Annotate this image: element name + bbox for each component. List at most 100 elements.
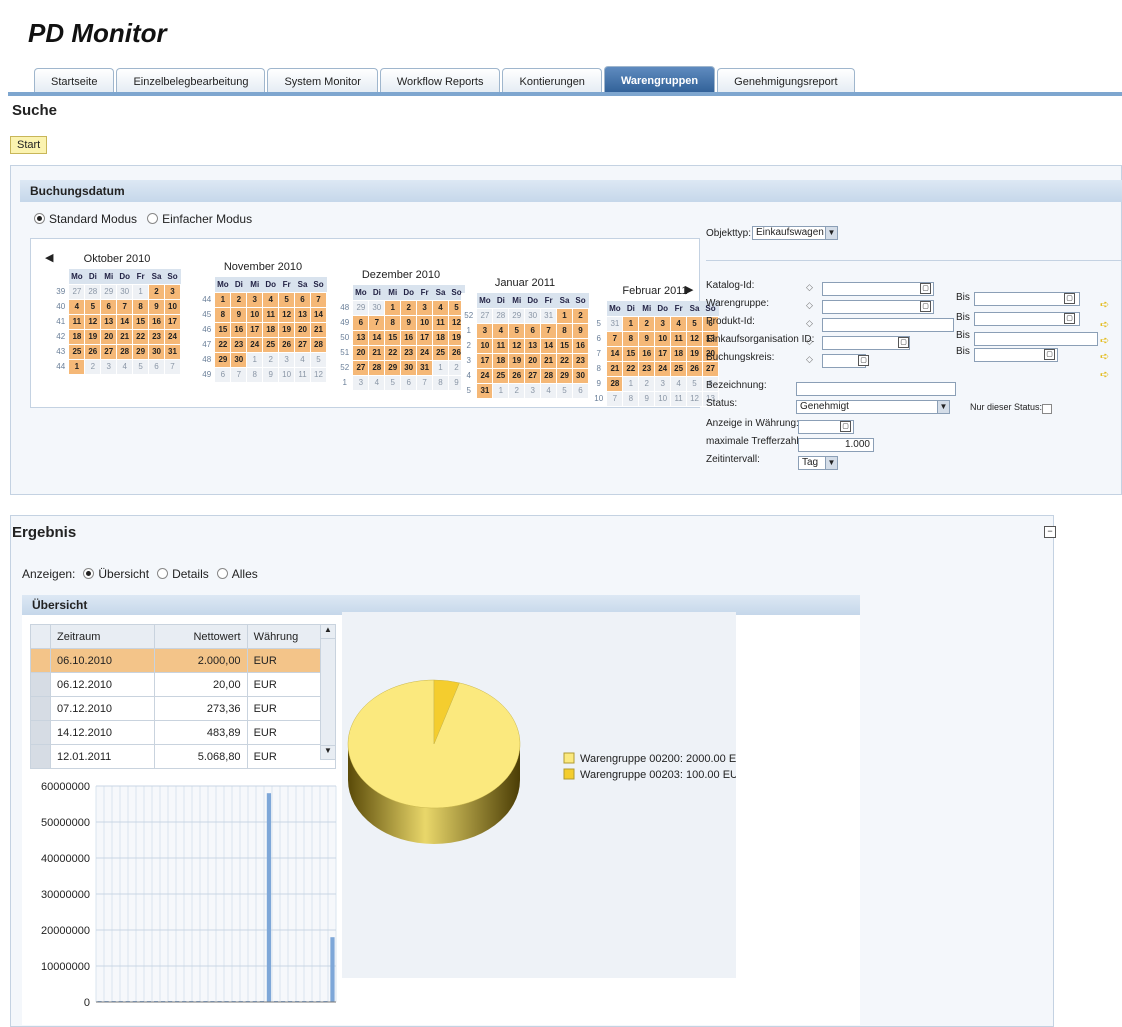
calendar-day[interactable]: 24 — [246, 336, 264, 353]
calendar-day[interactable]: 29 — [556, 367, 573, 384]
calendar-day[interactable]: 8 — [384, 314, 402, 331]
calendar-day[interactable]: 21 — [368, 344, 386, 361]
tab-system-monitor[interactable]: System Monitor — [267, 68, 378, 94]
option-alles[interactable]: Alles — [216, 567, 258, 581]
calendar-day[interactable]: 21 — [116, 328, 134, 345]
mode-standard-option[interactable]: Standard Modus — [34, 212, 137, 226]
calendar-day[interactable]: 3 — [278, 351, 296, 368]
multi-select-arrow-icon[interactable]: ➪ — [1100, 318, 1109, 331]
calendar-day[interactable]: 17 — [246, 321, 264, 338]
calendar-day[interactable]: 11 — [68, 313, 86, 330]
calendar-day[interactable]: 28 — [540, 367, 558, 384]
row-selector[interactable] — [30, 672, 51, 697]
katalog-input[interactable] — [822, 282, 934, 296]
calendar-day[interactable]: 6 — [524, 322, 542, 339]
value-help-icon[interactable]: ▢ — [1064, 293, 1075, 304]
tab-workflow-reports[interactable]: Workflow Reports — [379, 68, 501, 94]
calendar-day[interactable]: 1 — [246, 351, 264, 368]
calendar-day[interactable]: 7 — [163, 358, 182, 375]
calendar-day[interactable]: 7 — [606, 390, 624, 407]
table-row[interactable]: 12.01.2011 5.068,80 EUR — [30, 744, 337, 769]
calendar-day[interactable]: 9 — [571, 322, 590, 339]
calendar-day[interactable]: 21 — [540, 352, 558, 369]
scroll-up-icon[interactable]: ▲ — [321, 625, 335, 639]
calendar-day[interactable]: 3 — [524, 382, 542, 399]
calendar-day[interactable]: 30 — [368, 299, 386, 316]
calendar-day[interactable]: 28 — [492, 307, 510, 324]
calendar-day[interactable]: 2 — [400, 299, 418, 316]
tab-kontierungen[interactable]: Kontierungen — [502, 68, 602, 94]
calendar-day[interactable]: 23 — [230, 336, 248, 353]
calendar-day[interactable]: 29 — [132, 343, 150, 360]
collapse-icon[interactable]: − — [1044, 526, 1056, 538]
value-help-icon[interactable]: ▢ — [920, 301, 931, 312]
calendar-day[interactable]: 4 — [540, 382, 558, 399]
calendar-day[interactable]: 1 — [556, 307, 573, 324]
calendar-day[interactable]: 5 — [84, 298, 102, 315]
calendar-day[interactable]: 3 — [352, 374, 370, 391]
calendar-day[interactable]: 31 — [476, 382, 494, 399]
calendar-day[interactable]: 5 — [686, 375, 703, 392]
mode-simple-option[interactable]: Einfacher Modus — [147, 212, 252, 226]
calendar-day[interactable]: 3 — [654, 315, 672, 332]
calendar-day[interactable]: 18 — [492, 352, 510, 369]
calendar-day[interactable]: 17 — [654, 345, 672, 362]
calendar-day[interactable]: 18 — [670, 345, 688, 362]
calendar-day[interactable]: 4 — [492, 322, 510, 339]
tab-warengruppen[interactable]: Warengruppen — [603, 66, 716, 94]
calendar-day[interactable]: 14 — [540, 337, 558, 354]
radio-icon[interactable] — [147, 213, 159, 224]
calendar-day[interactable]: 9 — [262, 366, 280, 383]
calendar-day[interactable]: 19 — [686, 345, 703, 362]
calendar-day[interactable]: 25 — [262, 336, 280, 353]
radio-icon[interactable] — [34, 213, 45, 224]
calendar-day[interactable]: 12 — [84, 313, 102, 330]
table-row[interactable]: 14.12.2010 483,89 EUR — [30, 720, 337, 745]
calendar-day[interactable]: 1 — [384, 299, 402, 316]
calendar-day[interactable]: 9 — [400, 314, 418, 331]
calendar-day[interactable]: 16 — [230, 321, 248, 338]
calendar-day[interactable]: 19 — [508, 352, 526, 369]
radio-icon[interactable] — [216, 568, 228, 579]
calendar-day[interactable]: 27 — [100, 343, 118, 360]
row-selector[interactable] — [30, 744, 51, 769]
calendar-day[interactable]: 1 — [492, 382, 510, 399]
calendar-day[interactable]: 5 — [556, 382, 573, 399]
calendar-day[interactable]: 2 — [638, 315, 656, 332]
calendar-day[interactable]: 24 — [654, 360, 672, 377]
option-details[interactable]: Details — [157, 567, 209, 581]
nur-status-checkbox[interactable] — [1042, 404, 1052, 414]
calendar-day[interactable]: 1 — [132, 283, 150, 300]
calendar-day[interactable]: 14 — [309, 306, 328, 323]
calendar-day[interactable]: 15 — [384, 329, 402, 346]
calendar-day[interactable]: 19 — [84, 328, 102, 345]
calendar-day[interactable]: 8 — [246, 366, 264, 383]
option-diamond-icon[interactable]: ◇ — [806, 318, 813, 329]
calendar-day[interactable]: 8 — [622, 390, 640, 407]
calendar-day[interactable]: 22 — [384, 344, 402, 361]
calendar-day[interactable]: 4 — [670, 315, 688, 332]
calendar-day[interactable]: 11 — [294, 366, 311, 383]
calendar-day[interactable]: 30 — [230, 351, 248, 368]
calendar-day[interactable]: 26 — [508, 367, 526, 384]
calendar-day[interactable]: 3 — [476, 322, 494, 339]
calendar-day[interactable]: 30 — [571, 367, 590, 384]
calendar-day[interactable]: 23 — [148, 328, 165, 345]
col-zeitraum[interactable]: Zeitraum — [49, 624, 156, 649]
calendar-day[interactable]: 8 — [132, 298, 150, 315]
calendar-day[interactable]: 21 — [309, 321, 328, 338]
calendar-day[interactable]: 25 — [492, 367, 510, 384]
calendar-day[interactable]: 7 — [230, 366, 248, 383]
table-row[interactable]: 06.10.2010 2.000,00 EUR — [30, 648, 337, 673]
calendar-day[interactable]: 11 — [670, 330, 688, 347]
calendar-day[interactable]: 8 — [622, 330, 640, 347]
calendar-day[interactable]: 9 — [638, 330, 656, 347]
calendar-day[interactable]: 2 — [84, 358, 102, 375]
calendar-day[interactable]: 25 — [432, 344, 449, 361]
value-help-icon[interactable]: ▢ — [840, 421, 851, 432]
calendar-day[interactable]: 20 — [352, 344, 370, 361]
calendar-day[interactable]: 1 — [622, 315, 640, 332]
calendar-day[interactable]: 26 — [84, 343, 102, 360]
calendar-day[interactable]: 13 — [294, 306, 311, 323]
calendar-day[interactable]: 8 — [556, 322, 573, 339]
